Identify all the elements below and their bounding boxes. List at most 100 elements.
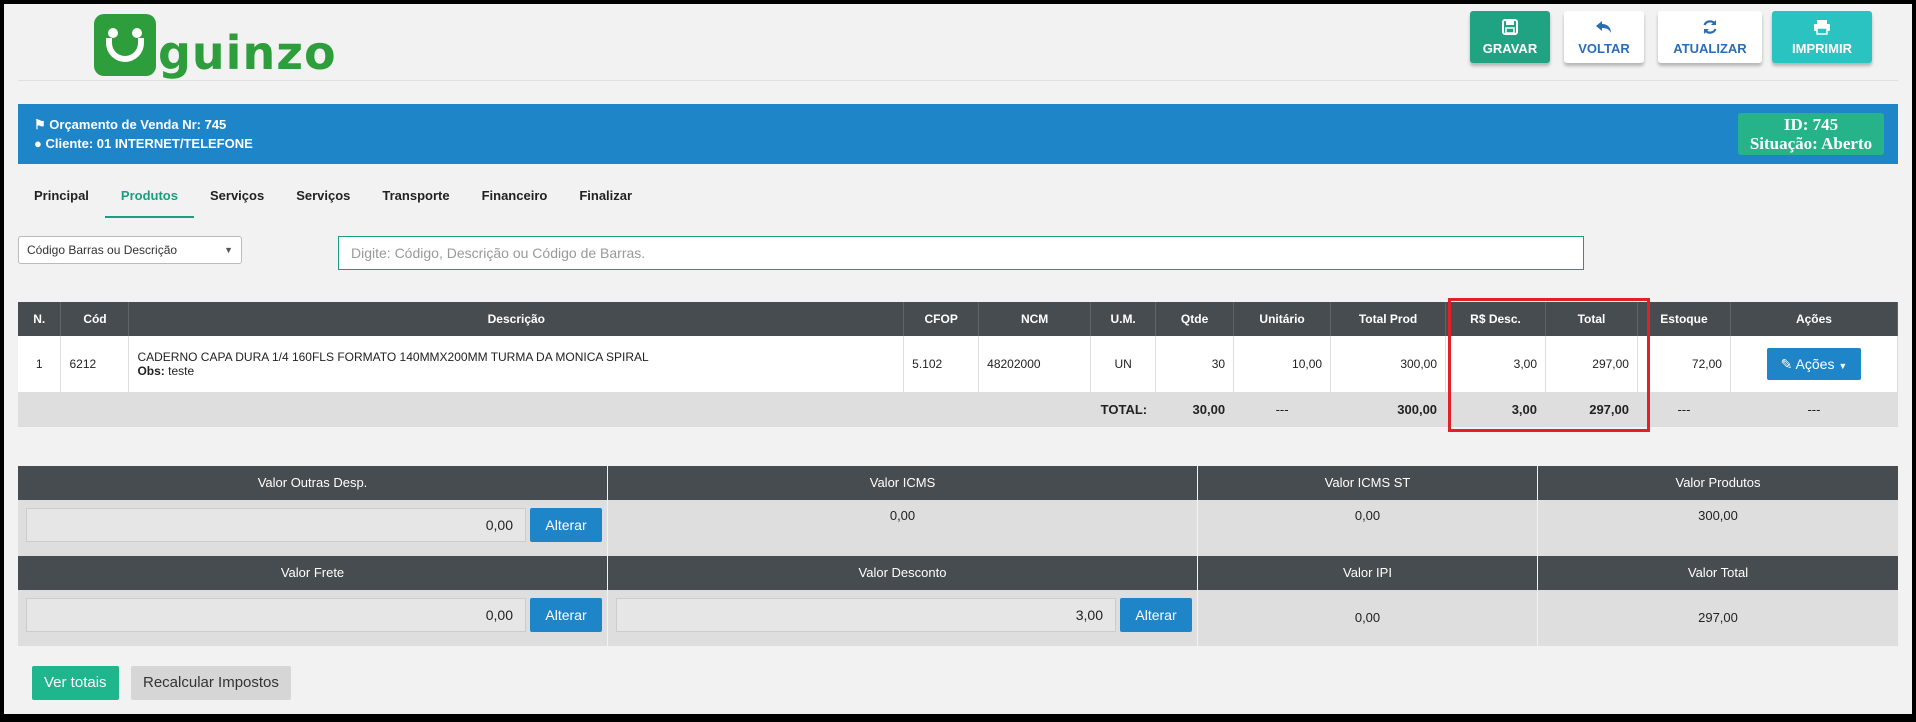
order-number-text: Orçamento de Venda Nr: 745	[49, 117, 227, 132]
tab-financeiro[interactable]: Financeiro	[466, 176, 564, 218]
ipi-label: Valor IPI	[1198, 556, 1537, 590]
product-search-input[interactable]: Digite: Código, Descrição ou Código de B…	[338, 236, 1584, 270]
chevron-down-icon: ▼	[224, 245, 233, 255]
tab-servicos-2[interactable]: Serviços	[280, 176, 366, 218]
product-description: CADERNO CAPA DURA 1/4 160FLS FORMATO 140…	[137, 349, 649, 364]
col-header: Qtde	[1155, 302, 1235, 336]
total-estoque: ---	[1637, 392, 1731, 427]
total-unitario: ---	[1233, 392, 1332, 427]
save-icon	[1502, 18, 1518, 41]
cell-cod: 6212	[60, 336, 130, 393]
col-header: Total	[1545, 302, 1638, 336]
atualizar-button[interactable]: ATUALIZAR	[1658, 11, 1762, 63]
cell-acoes: ✎ Ações ▼	[1730, 336, 1899, 393]
tab-servicos[interactable]: Serviços	[194, 176, 280, 218]
edit-icon: ✎	[1780, 355, 1793, 372]
cell-ncm: 48202000	[978, 336, 1092, 393]
status-badge: ID: 745 Situação: Aberto	[1738, 113, 1884, 155]
col-header: NCM	[978, 302, 1092, 336]
table-total-row: TOTAL: 30,00 --- 300,00 3,00 297,00 --- …	[18, 392, 1899, 427]
produtos-value: 300,00	[1538, 500, 1898, 556]
icms-value: 0,00	[608, 500, 1197, 556]
col-header: Estoque	[1637, 302, 1731, 336]
alterar-frete-button[interactable]: Alterar	[530, 598, 602, 632]
voltar-label: VOLTAR	[1578, 40, 1630, 56]
recalcular-impostos-button[interactable]: Recalcular Impostos	[131, 666, 291, 700]
col-header: CFOP	[903, 302, 980, 336]
acoes-label: Ações	[1795, 355, 1835, 372]
outras-desp-cell: Valor Outras Desp. 0,00 Alterar	[18, 466, 608, 556]
frete-cell: Valor Frete 0,00 Alterar	[18, 556, 608, 646]
produtos-cell: Valor Produtos 300,00	[1538, 466, 1898, 556]
user-icon: ●	[34, 136, 42, 151]
undo-icon	[1595, 19, 1613, 41]
frete-input[interactable]: 0,00	[26, 598, 526, 632]
atualizar-label: ATUALIZAR	[1673, 40, 1747, 56]
imprimir-button[interactable]: IMPRIMIR	[1772, 11, 1872, 63]
outras-desp-input[interactable]: 0,00	[26, 508, 526, 542]
alterar-desconto-button[interactable]: Alterar	[1120, 598, 1192, 632]
product-obs: Obs: teste	[137, 364, 895, 378]
total-qtde: 30,00	[1155, 392, 1235, 427]
col-header: N.	[18, 302, 62, 336]
cell-estoque: 72,00	[1637, 336, 1731, 393]
order-status: Situação: Aberto	[1749, 134, 1873, 153]
tab-produtos[interactable]: Produtos	[104, 176, 194, 218]
total-desc: 3,00	[1445, 392, 1546, 427]
cell-total-prod: 300,00	[1330, 336, 1447, 393]
print-icon	[1813, 19, 1831, 41]
tab-transporte[interactable]: Transporte	[366, 176, 465, 218]
ver-totais-button[interactable]: Ver totais	[32, 666, 119, 700]
ipi-cell: Valor IPI 0,00	[1198, 556, 1538, 646]
logo-smiley-icon	[94, 14, 156, 76]
obs-label: Obs:	[137, 363, 165, 378]
brand-name: guinzo	[158, 26, 337, 80]
tab-bar: Principal Produtos Serviços Serviços Tra…	[18, 176, 648, 218]
cell-n: 1	[18, 336, 62, 393]
header-divider	[18, 80, 1898, 81]
app-frame: guinzo GRAVAR VOLTAR ATUALIZAR IMPRIMIR …	[4, 4, 1912, 714]
tab-principal[interactable]: Principal	[18, 176, 105, 218]
table-header-row: N. Cód Descrição CFOP NCM U.M. Qtde Unit…	[18, 302, 1899, 336]
cell-cfop: 5.102	[903, 336, 980, 393]
tag-icon: ⚑	[34, 117, 46, 132]
col-header: R$ Desc.	[1445, 302, 1546, 336]
col-header: Descrição	[128, 302, 905, 336]
cell-um: UN	[1090, 336, 1157, 393]
desconto-cell: Valor Desconto 3,00 Alterar	[608, 556, 1198, 646]
client-name: ● Cliente: 01 INTERNET/TELEFONE	[34, 136, 253, 151]
cell-desc: 3,00	[1445, 336, 1546, 393]
col-header: Total Prod	[1330, 302, 1447, 336]
icms-st-value: 0,00	[1198, 500, 1537, 556]
cell-total: 297,00	[1545, 336, 1638, 393]
obs-value: teste	[168, 363, 195, 378]
tab-finalizar[interactable]: Finalizar	[563, 176, 648, 218]
icms-cell: Valor ICMS 0,00	[608, 466, 1198, 556]
outras-desp-label: Valor Outras Desp.	[18, 466, 607, 500]
total-cell: Valor Total 297,00	[1538, 556, 1898, 646]
table-row: 1 6212 CADERNO CAPA DURA 1/4 160FLS FORM…	[18, 336, 1899, 393]
search-mode-value: Código Barras ou Descrição	[27, 243, 178, 257]
search-mode-select[interactable]: Código Barras ou Descrição ▼	[18, 236, 242, 264]
cell-descricao: CADERNO CAPA DURA 1/4 160FLS FORMATO 140…	[128, 336, 905, 393]
client-name-text: Cliente: 01 INTERNET/TELEFONE	[45, 136, 253, 151]
desconto-input[interactable]: 3,00	[616, 598, 1116, 632]
brand-logo: guinzo	[94, 10, 337, 76]
gravar-button[interactable]: GRAVAR	[1470, 11, 1550, 63]
total-label: TOTAL:	[18, 392, 1157, 427]
col-header: Unitário	[1233, 302, 1332, 336]
caret-down-icon: ▼	[1838, 360, 1848, 371]
icms-st-cell: Valor ICMS ST 0,00	[1198, 466, 1538, 556]
voltar-button[interactable]: VOLTAR	[1564, 11, 1644, 63]
alterar-outras-desp-button[interactable]: Alterar	[530, 508, 602, 542]
search-placeholder: Digite: Código, Descrição ou Código de B…	[351, 245, 646, 261]
frete-label: Valor Frete	[18, 556, 607, 590]
acoes-dropdown-button[interactable]: ✎ Ações ▼	[1766, 347, 1862, 380]
valor-total-value: 297,00	[1538, 590, 1898, 646]
summary-row-2: Valor Frete 0,00 Alterar Valor Desconto …	[18, 556, 1898, 646]
imprimir-label: IMPRIMIR	[1792, 40, 1852, 56]
total-total: 297,00	[1545, 392, 1638, 427]
products-table: N. Cód Descrição CFOP NCM U.M. Qtde Unit…	[18, 302, 1899, 427]
desconto-label: Valor Desconto	[608, 556, 1197, 590]
ipi-value: 0,00	[1198, 590, 1537, 646]
